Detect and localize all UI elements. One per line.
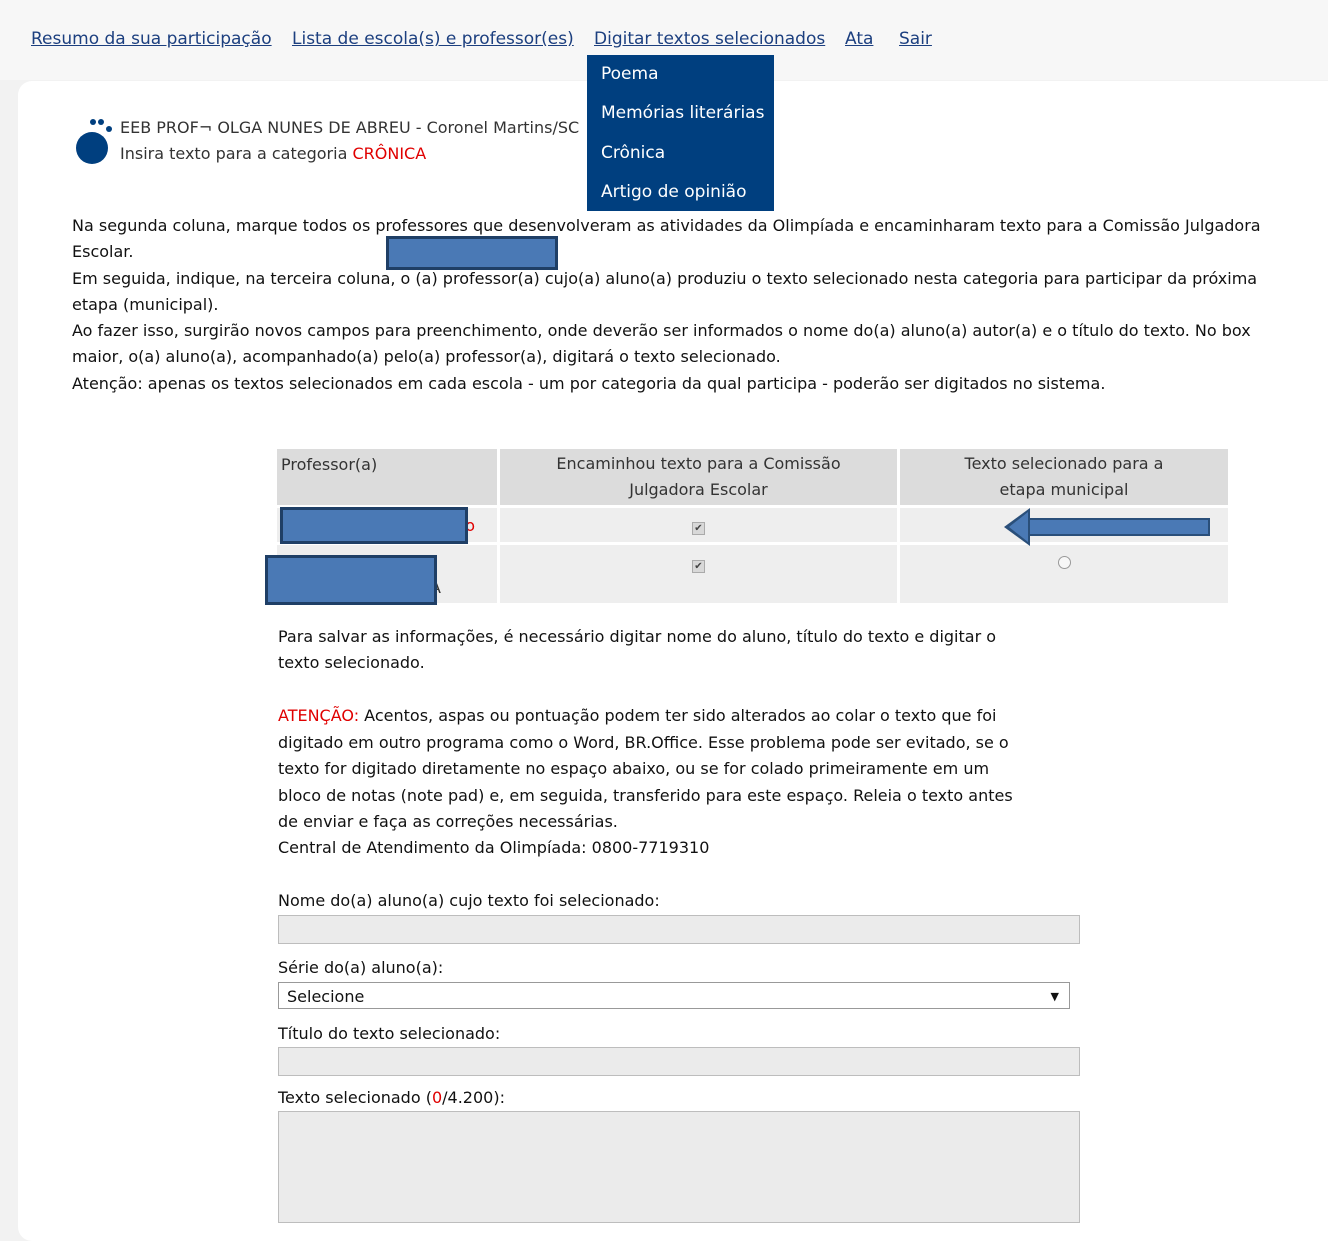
attention-text-1: Acentos, aspas ou pontuação podem ter si… [359,706,997,725]
attention-label: ATENÇÃO: [278,706,360,725]
grade-select[interactable]: Selecione ▼ [278,982,1070,1009]
student-name-input[interactable] [278,915,1080,944]
selected-text-area[interactable] [278,1111,1080,1223]
text-count: 0 [431,1088,443,1107]
header-professor: Professor(a) [277,449,497,505]
save-notice-line-2: texto selecionado. [278,653,425,672]
nav-sair[interactable]: Sair [899,29,932,49]
logo-dot-1 [90,119,96,125]
category-name: CRÔNICA [352,144,427,163]
instruction-line-2: Escolar. [72,242,134,261]
sent-checkbox[interactable]: ✔ [692,560,705,573]
save-notice-line-1: Para salvar as informações, é necessário… [278,627,997,646]
text-label-prefix: Texto selecionado ( [278,1088,432,1107]
arrow-left-icon-fill [1009,512,1028,542]
grade-select-value: Selecione [287,987,365,1006]
logo-dot-2 [98,119,104,125]
attention-line-3: texto for digitado diretamente no espaço… [278,759,990,778]
annotation-arrow-shaft [1022,518,1210,536]
digitar-dropdown-menu: Poema Memórias literárias Crônica Artigo… [587,55,774,211]
redaction-box [280,507,468,544]
instruction-line-3: Em seguida, indique, na terceira coluna,… [72,269,1258,288]
header-encaminhou: Encaminhou texto para a Comissão Julgado… [500,449,897,505]
nav-digitar-textos[interactable]: Digitar textos selecionados [594,29,825,49]
nav-ata[interactable]: Ata [845,29,873,49]
category-prefix: Insira texto para a categoria [120,144,348,163]
title-label: Título do texto selecionado: [278,1024,501,1043]
selected-radio[interactable] [1057,556,1071,569]
logo-dot-3 [106,126,112,132]
sent-cell: ✔ [500,545,897,603]
attention-line-5: de enviar e faça as correções necessária… [278,812,618,831]
nav-resumo[interactable]: Resumo da sua participação [31,29,272,49]
nav-lista-escolas[interactable]: Lista de escola(s) e professor(es) [292,29,574,49]
instruction-line-6: maior, o(a) aluno(a), acompanhado(a) pel… [72,347,781,366]
category-instruction: Insira texto para a categoria CRÔNICA [120,144,426,163]
instruction-line-5: Ao fazer isso, surgirão novos campos par… [72,321,1251,340]
student-name-label: Nome do(a) aluno(a) cujo texto foi selec… [278,891,660,910]
selected-cell [900,545,1228,603]
menu-item-cronica[interactable]: Crônica [601,143,665,163]
chevron-down-icon: ▼ [1050,990,1059,1003]
instruction-line-1: Na segunda coluna, marque todos os profe… [72,216,1261,235]
central-atendimento: Central de Atendimento da Olimpíada: 080… [278,838,710,857]
instruction-line-4: etapa (municipal). [72,295,219,314]
olimpiada-logo [76,132,108,164]
menu-item-poema[interactable]: Poema [601,64,658,84]
sent-cell: ✔ [500,508,897,542]
sent-checkbox[interactable]: ✔ [692,521,705,535]
text-label: Texto selecionado (0/4.200): [278,1088,505,1107]
menu-item-artigo[interactable]: Artigo de opinião [601,182,747,202]
attention-line-4: bloco de notas (note pad) e, em seguida,… [278,786,1013,805]
attention-line-2: digitado em outro programa como o Word, … [278,733,1009,752]
table-header-row: Professor(a) Encaminhou texto para a Com… [277,449,1228,505]
title-input[interactable] [278,1047,1080,1076]
instruction-line-7: Atenção: apenas os textos selecionados e… [72,374,1106,393]
grade-label: Série do(a) aluno(a): [278,958,444,977]
text-label-suffix: /4.200): [442,1088,505,1107]
redaction-box [386,236,558,270]
header-selecionado: Texto selecionado para a etapa municipal [900,449,1228,505]
school-name: EEB PROF¬ OLGA NUNES DE ABREU - Coronel … [120,118,580,137]
menu-item-memorias[interactable]: Memórias literárias [601,103,764,123]
redaction-box [265,555,437,605]
attention-line-1: ATENÇÃO: Acentos, aspas ou pontuação pod… [278,706,996,725]
